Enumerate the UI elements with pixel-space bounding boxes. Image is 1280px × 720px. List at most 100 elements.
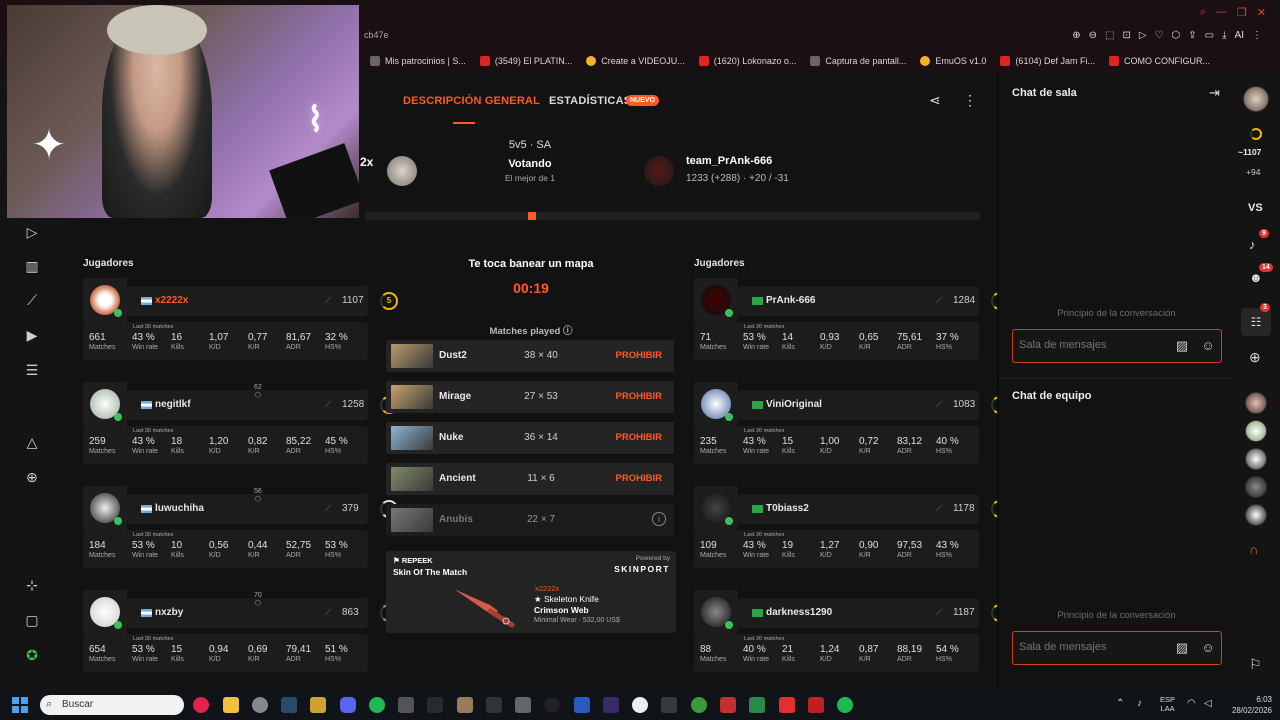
friends-icon[interactable]: ☻ — [1249, 270, 1263, 285]
player-card[interactable]: luwuchiha ⟋ 379 1 56⬡ Last 30 matches 18… — [83, 486, 398, 568]
player-name[interactable]: x2222x — [155, 295, 188, 306]
friend-avatar[interactable] — [1245, 504, 1267, 526]
taskbar-search[interactable]: ⌕ Buscar — [40, 695, 184, 715]
player-card[interactable]: darkness1290 ⟋ 1187 5 Last 30 matches 88… — [694, 590, 1009, 672]
map-row[interactable]: Mirage 27 × 53 PROHIBIR — [386, 381, 674, 413]
bookmark[interactable]: (1620) Lokonazo o... — [698, 56, 796, 66]
player-avatar[interactable] — [83, 590, 127, 634]
player-avatar[interactable] — [694, 382, 738, 426]
player-name[interactable]: darkness1290 — [766, 607, 832, 618]
player-name[interactable]: PrAnk-666 — [766, 295, 815, 306]
player-name[interactable]: nxzby — [155, 607, 183, 618]
faceit-icon[interactable]: ✪ — [22, 645, 42, 665]
tab-overview[interactable]: DESCRIPCIÓN GENERAL — [403, 95, 540, 107]
steam-icon[interactable] — [281, 697, 297, 713]
share-icon[interactable]: ⇪ — [1188, 30, 1196, 41]
maximize-icon[interactable]: ❐ — [1237, 6, 1247, 19]
player-card[interactable]: ViniOriginal ⟋ 1083 5 Last 30 matches 23… — [694, 382, 1009, 464]
player-card[interactable]: T0biass2 ⟋ 1178 5 Last 30 matches 109Mat… — [694, 486, 1009, 568]
player-card[interactable]: negitlkf ⟋ 1258 6 62⬡ Last 30 matches 25… — [83, 382, 398, 464]
tab-stats[interactable]: ESTADÍSTICAS — [549, 95, 631, 107]
add-icon[interactable]: ⊕ — [22, 467, 42, 487]
friend-avatar[interactable] — [1245, 392, 1267, 414]
rank-icon[interactable]: △ — [22, 432, 42, 452]
app-icon[interactable] — [310, 697, 326, 713]
stats-icon[interactable]: ▥ — [22, 256, 42, 276]
menu-icon[interactable]: ⋮ — [1252, 30, 1262, 41]
app-icon[interactable] — [427, 697, 443, 713]
player-card[interactable]: PrAnk-666 ⟋ 1284 6 Last 30 matches 71Mat… — [694, 278, 1009, 360]
bookmark[interactable]: Create a VIDEOJU... — [586, 56, 685, 66]
team-chat-input[interactable]: ▨ ☺ — [1012, 631, 1222, 665]
xbox-icon[interactable] — [691, 697, 707, 713]
extensions-icon[interactable]: ⬡ — [1172, 30, 1181, 41]
language-indicator[interactable]: ESP LAA — [1160, 695, 1175, 713]
map-row[interactable]: Anubis 22 × 7 i — [386, 504, 674, 536]
bookmark[interactable]: (6104) Def Jam Fi... — [1000, 56, 1095, 66]
spotify-icon[interactable] — [837, 697, 853, 713]
bookmark[interactable]: (3549) El PLATIN... — [479, 56, 572, 66]
player-name[interactable]: T0biass2 — [766, 503, 809, 514]
bell-icon[interactable]: ♪ — [1249, 237, 1256, 252]
tray-chevron-icon[interactable]: ⌃ — [1116, 698, 1124, 709]
ai-button[interactable]: AI — [1235, 30, 1244, 41]
party-icon[interactable]: ☷ — [1241, 308, 1271, 336]
windows-start-icon[interactable] — [12, 697, 28, 713]
list-icon[interactable]: ☰ — [22, 360, 42, 380]
player-avatar[interactable] — [694, 590, 738, 634]
player-avatar[interactable] — [694, 278, 738, 322]
bookmark[interactable]: Captura de pantall... — [810, 56, 906, 66]
ban-button[interactable]: PROHIBIR — [616, 473, 662, 484]
app-icon[interactable] — [252, 697, 268, 713]
clock[interactable]: 6:03 28/02/2026 — [1218, 694, 1272, 716]
player-avatar[interactable] — [83, 486, 127, 530]
ban-button[interactable]: PROHIBIR — [616, 391, 662, 402]
collapse-chat-icon[interactable]: ⇥ — [1209, 85, 1220, 101]
player-avatar[interactable] — [83, 382, 127, 426]
chart-icon[interactable]: ⟋ — [22, 290, 42, 310]
screenshot-icon[interactable]: ⬚ — [1105, 30, 1114, 41]
folder-icon[interactable] — [223, 697, 239, 713]
play-icon[interactable]: ▷ — [22, 222, 42, 242]
search-icon[interactable]: ⌕ — [1200, 6, 1206, 19]
ban-button[interactable]: PROHIBIR — [616, 350, 662, 361]
app-icon[interactable] — [779, 697, 795, 713]
team-message-field[interactable] — [1019, 641, 1159, 653]
ban-button[interactable]: PROHIBIR — [616, 432, 662, 443]
player-avatar[interactable] — [694, 486, 738, 530]
mic-icon[interactable]: ♪ — [1137, 698, 1142, 709]
close-icon[interactable]: ✕ — [1257, 6, 1266, 19]
headset-icon[interactable]: ∩ — [1249, 542, 1258, 557]
player-name[interactable]: ViniOriginal — [766, 399, 822, 410]
wifi-icon[interactable]: ◠ — [1187, 698, 1196, 709]
spotify-icon[interactable] — [369, 697, 385, 713]
info-icon[interactable]: i — [652, 512, 666, 526]
app-icon[interactable] — [544, 697, 560, 713]
discord-icon[interactable] — [340, 697, 356, 713]
bookmark[interactable]: Mis patrocinios | S... — [370, 56, 466, 66]
map-row[interactable]: Dust2 38 × 40 PROHIBIR — [386, 340, 674, 372]
map-row[interactable]: Ancient 11 × 6 PROHIBIR — [386, 463, 674, 495]
bookmark[interactable]: COMO CONFIGUR... — [1108, 56, 1210, 66]
emoji-icon[interactable]: ☺ — [1199, 639, 1217, 657]
wallet-icon[interactable]: ▭ — [1205, 30, 1214, 41]
heart-icon[interactable]: ♡ — [1155, 30, 1164, 41]
capture-icon[interactable]: ⊡ — [1122, 30, 1130, 41]
opera-icon[interactable] — [193, 697, 209, 713]
app-icon[interactable] — [808, 697, 824, 713]
info-icon[interactable]: ⓘ — [563, 326, 573, 337]
minimize-icon[interactable]: — — [1216, 6, 1227, 19]
bookmark[interactable]: EmuOS v1.0 — [920, 56, 986, 66]
app-icon[interactable] — [749, 697, 765, 713]
user-avatar[interactable] — [1243, 86, 1269, 112]
player-card[interactable]: x2222x ⟋ 1107 5 Last 30 matches 661 Match… — [83, 278, 398, 360]
skin-of-the-match-card[interactable]: ⚑ REPEEK Skin Of The Match Powered by SK… — [386, 551, 676, 633]
image-icon[interactable]: ▨ — [1173, 337, 1191, 355]
app-icon[interactable] — [486, 697, 502, 713]
friend-avatar[interactable] — [1245, 448, 1267, 470]
play-icon[interactable]: ▷ — [1139, 30, 1147, 41]
app-icon[interactable] — [632, 697, 648, 713]
zoom-out-icon[interactable]: ⊖ — [1089, 30, 1097, 41]
image-icon[interactable]: ▨ — [1173, 639, 1191, 657]
player-avatar[interactable] — [83, 278, 127, 322]
